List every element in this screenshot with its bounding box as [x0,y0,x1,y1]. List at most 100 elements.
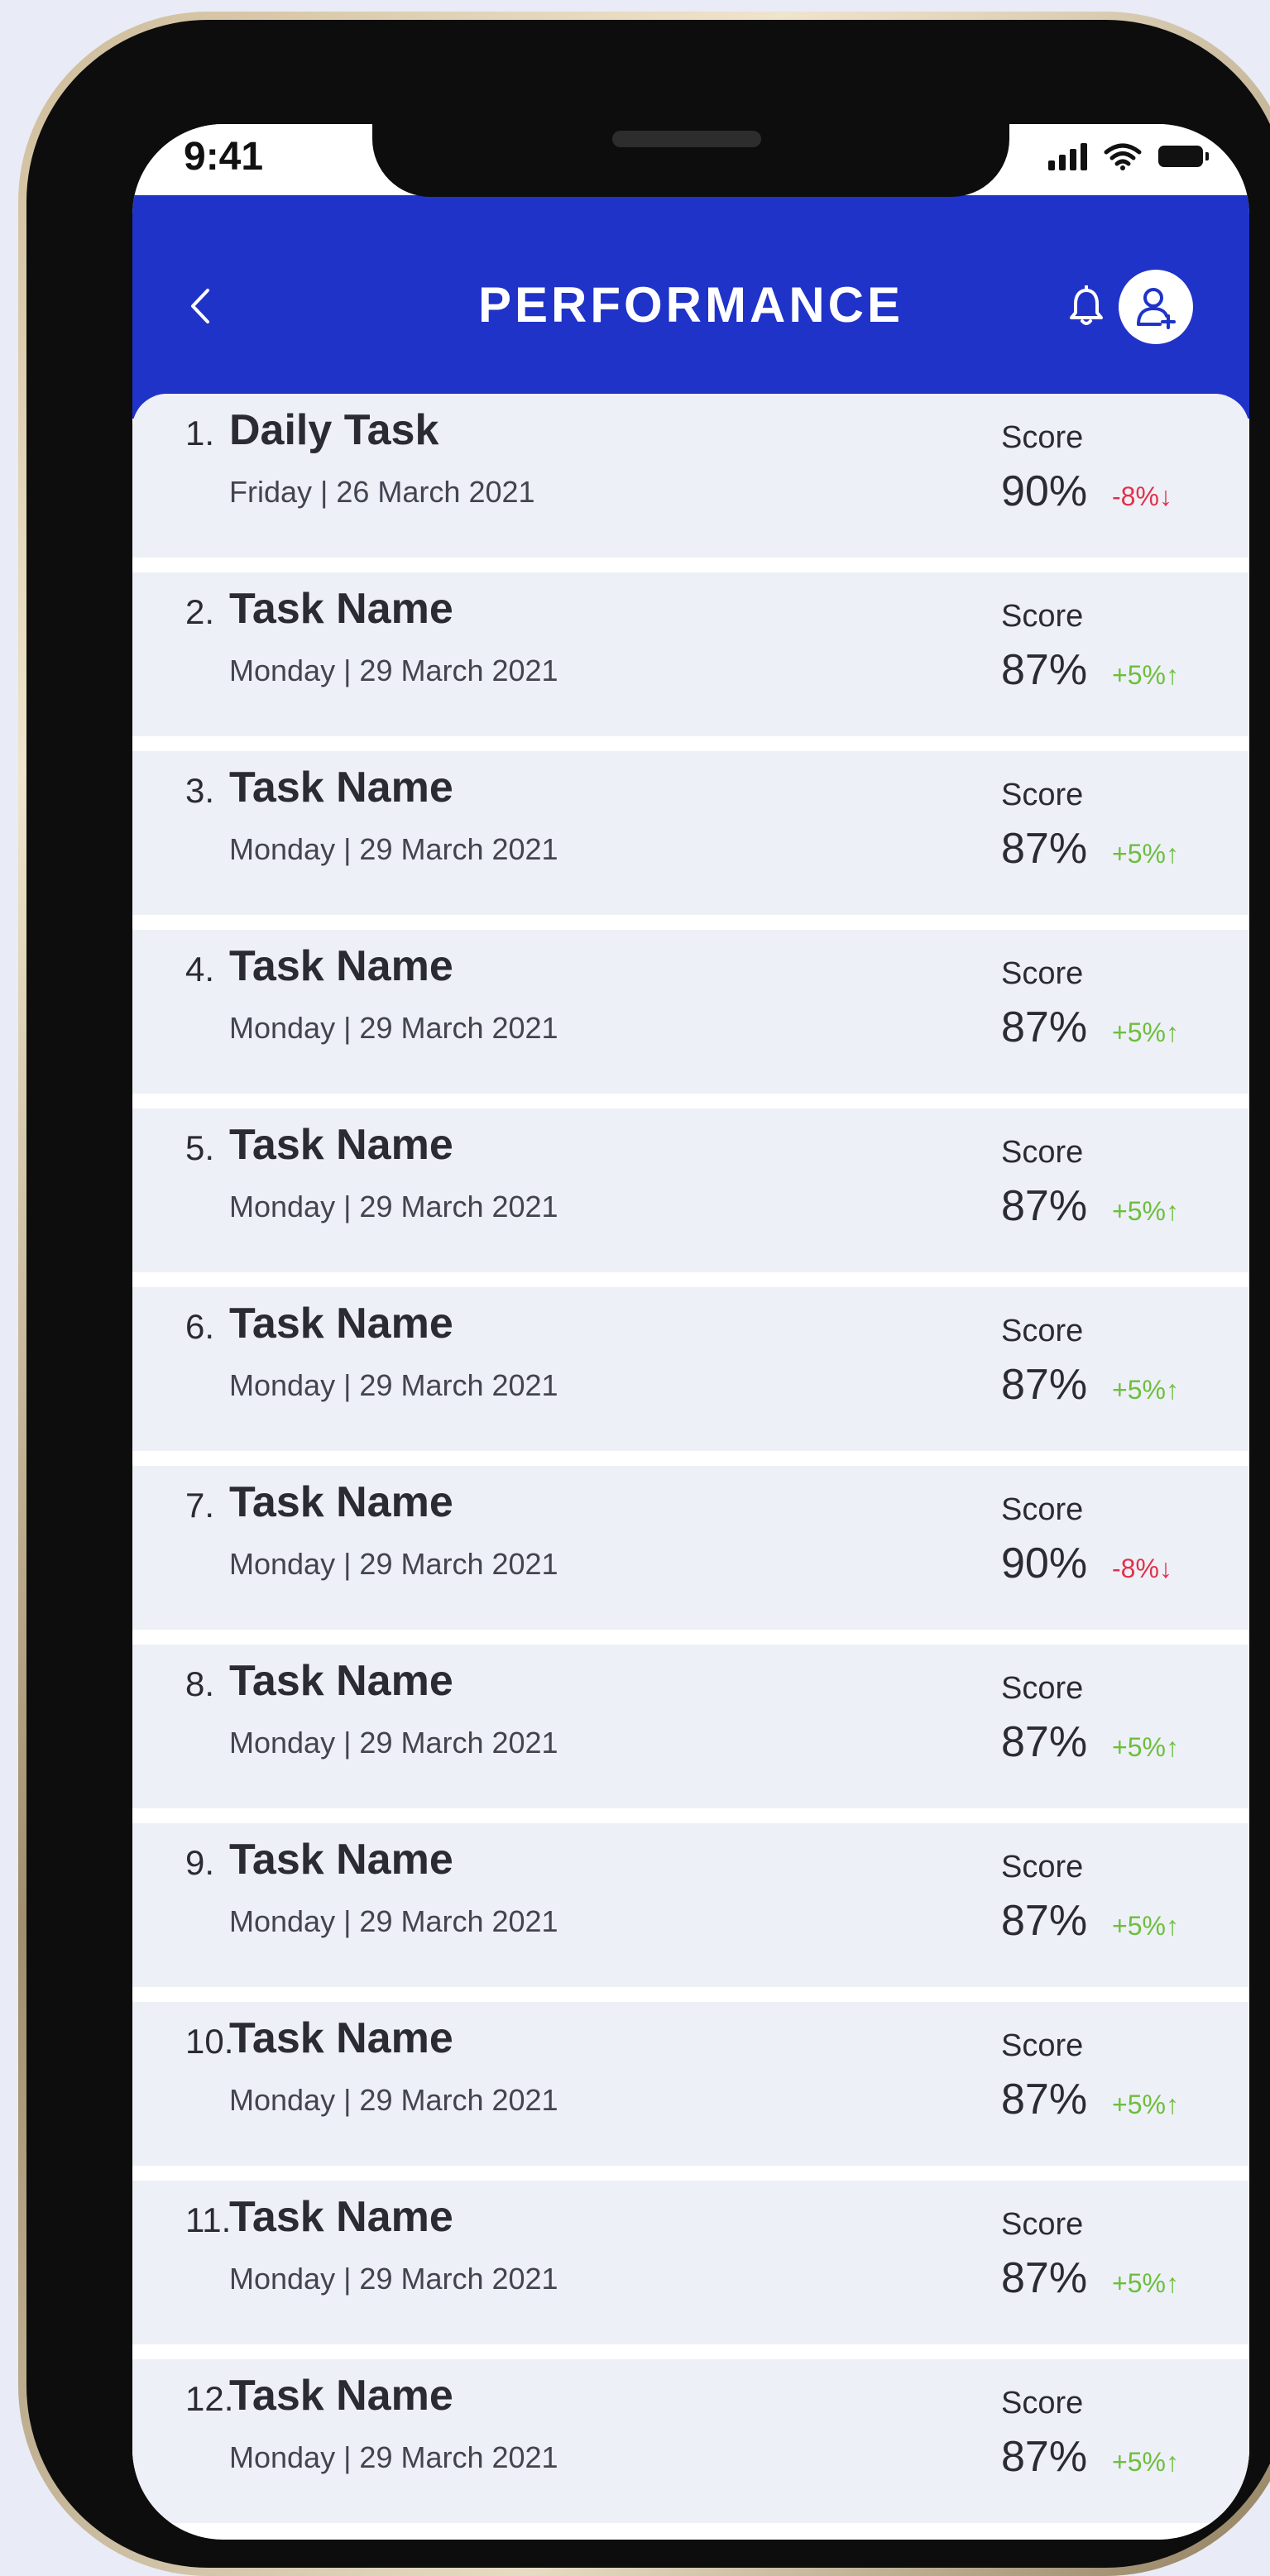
task-row[interactable]: 4. Task Name Monday | 29 March 2021 Scor… [132,930,1249,1094]
score-label: Score [1001,599,1084,634]
task-number: 7. [185,1486,215,1525]
task-number: 10. [185,2022,234,2061]
task-name: Task Name [229,764,453,812]
task-row[interactable]: 8. Task Name Monday | 29 March 2021 Scor… [132,1645,1249,1808]
task-name: Task Name [229,2372,453,2420]
status-icons [1048,142,1209,170]
task-name: Task Name [229,2014,453,2062]
task-row[interactable]: 1. Daily Task Friday | 26 March 2021 Sco… [132,394,1249,558]
task-name: Task Name [229,1657,453,1705]
task-number: 3. [185,771,215,810]
phone-bezel: 9:41 PERFORMANCE 1. Daily Task Friday | … [26,20,1270,2568]
task-date: Monday | 29 March 2021 [229,1904,558,1938]
user-add-icon [1137,288,1176,329]
score-label: Score [1001,1135,1084,1170]
score-change: +5%↑ [1112,1017,1179,1047]
score-value: 87% [1001,2254,1088,2302]
task-number: 4. [185,950,215,989]
phone-notch [372,124,1009,197]
task-number: 9. [185,1843,215,1882]
task-name: Task Name [229,1121,453,1169]
task-row[interactable]: 5. Task Name Monday | 29 March 2021 Scor… [132,1108,1249,1272]
score-value: 87% [1001,2433,1088,2481]
score-change: +5%↑ [1112,1911,1179,1941]
score-value: 90% [1001,1539,1088,1587]
score-change: +5%↑ [1112,2090,1179,2119]
task-number: 5. [185,1128,215,1167]
task-name: Daily Task [229,406,439,454]
task-name: Task Name [229,585,453,633]
score-change: +5%↑ [1112,1732,1179,1762]
task-row[interactable]: 7. Task Name Monday | 29 March 2021 Scor… [132,1466,1249,1630]
score-label: Score [1001,778,1084,812]
task-name: Task Name [229,2193,453,2241]
task-date: Monday | 29 March 2021 [229,2440,558,2474]
task-name: Task Name [229,1836,453,1884]
score-change: +5%↑ [1112,839,1179,869]
score-label: Score [1001,1492,1084,1527]
task-row[interactable]: 6. Task Name Monday | 29 March 2021 Scor… [132,1287,1249,1451]
task-row[interactable]: 11. Task Name Monday | 29 March 2021 Sco… [132,2181,1249,2344]
score-value: 87% [1001,825,1088,873]
score-label: Score [1001,1671,1084,1706]
battery-icon [1158,146,1209,167]
score-change: -8%↓ [1112,1554,1172,1583]
task-date: Monday | 29 March 2021 [229,1368,558,1402]
task-date: Monday | 29 March 2021 [229,1011,558,1045]
score-value: 87% [1001,1718,1088,1766]
task-name: Task Name [229,1478,453,1526]
score-value: 87% [1001,1182,1088,1230]
phone-screen: 9:41 PERFORMANCE 1. Daily Task Friday | … [132,124,1249,2540]
score-label: Score [1001,2028,1084,2063]
app-header: PERFORMANCE [132,195,1249,419]
score-label: Score [1001,2386,1084,2420]
score-change: -8%↓ [1112,481,1172,511]
task-date: Monday | 29 March 2021 [229,654,558,687]
score-label: Score [1001,2207,1084,2242]
score-change: +5%↑ [1112,1375,1179,1405]
task-date: Monday | 29 March 2021 [229,2083,558,2117]
task-number: 6. [185,1307,215,1346]
score-label: Score [1001,1314,1084,1348]
task-date: Monday | 29 March 2021 [229,1547,558,1581]
task-number: 2. [185,592,215,631]
score-value: 87% [1001,1361,1088,1409]
profile-button[interactable] [1119,270,1193,344]
task-row[interactable]: 10. Task Name Monday | 29 March 2021 Sco… [132,2002,1249,2166]
score-value: 87% [1001,1003,1088,1051]
score-value: 87% [1001,646,1088,694]
score-value: 90% [1001,467,1088,515]
status-time: 9:41 [184,135,264,179]
task-number: 8. [185,1664,215,1703]
score-change: +5%↑ [1112,660,1179,690]
task-name: Task Name [229,1300,453,1348]
task-row[interactable]: 12. Task Name Monday | 29 March 2021 Sco… [132,2359,1249,2523]
notifications-button[interactable] [1063,283,1109,329]
task-row[interactable]: 2. Task Name Monday | 29 March 2021 Scor… [132,572,1249,736]
score-label: Score [1001,956,1084,991]
task-number: 11. [185,2200,232,2239]
speaker-grille [612,131,761,147]
score-label: Score [1001,1850,1084,1884]
score-label: Score [1001,420,1084,455]
task-date: Monday | 29 March 2021 [229,2262,558,2296]
task-row[interactable]: 9. Task Name Monday | 29 March 2021 Scor… [132,1823,1249,1987]
task-name: Task Name [229,942,453,990]
task-number: 12. [185,2379,234,2418]
phone-frame: 9:41 PERFORMANCE 1. Daily Task Friday | … [18,12,1270,2576]
task-date: Monday | 29 March 2021 [229,832,558,866]
score-change: +5%↑ [1112,1196,1179,1226]
task-date: Monday | 29 March 2021 [229,1190,558,1223]
score-change: +5%↑ [1112,2268,1179,2298]
task-list: 1. Daily Task Friday | 26 March 2021 Sco… [132,394,1249,2538]
score-change: +5%↑ [1112,2447,1179,2477]
task-date: Monday | 29 March 2021 [229,1726,558,1760]
task-date: Friday | 26 March 2021 [229,475,535,509]
score-value: 87% [1001,1897,1088,1945]
task-row[interactable]: 3. Task Name Monday | 29 March 2021 Scor… [132,751,1249,915]
task-number: 1. [185,414,215,452]
bell-icon [1070,285,1103,325]
score-value: 87% [1001,2076,1088,2124]
wifi-icon [1104,143,1142,170]
signal-icon [1048,142,1087,170]
